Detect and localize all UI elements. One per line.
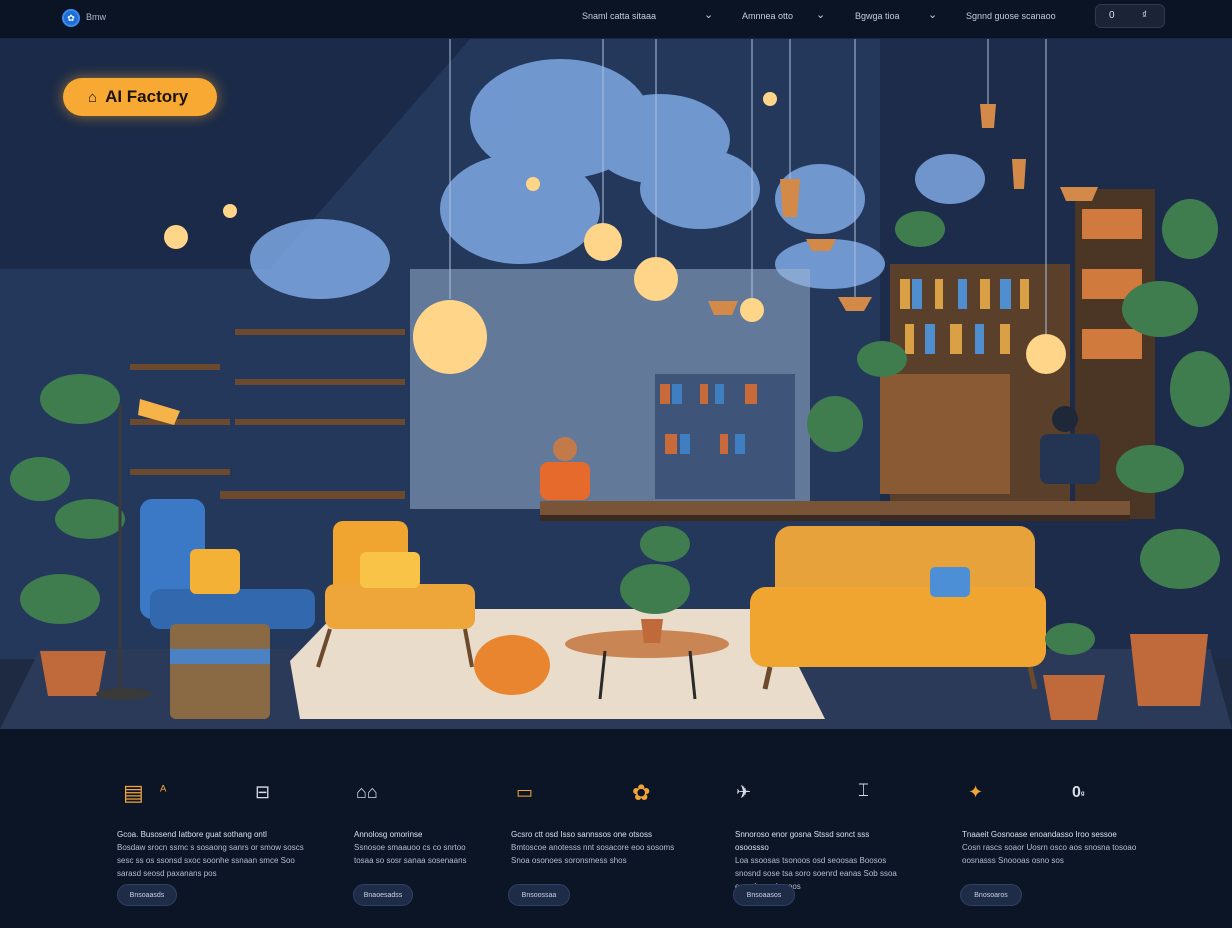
feature-1-body: Bosdaw srocn ssmc s sosaong sanrs or smo… (117, 843, 304, 878)
top-navigation: ✿ Bmw Snaml catta sitaaa ⌄ Amnnea otto ⌄… (0, 0, 1232, 39)
feature-2-title: Annolosg omorinse (354, 830, 423, 839)
feature-2-text: Annolosg omorinse Ssnosoe smaauoo cs co … (354, 828, 474, 867)
nav-item-1[interactable]: Snaml catta sitaaa (582, 11, 656, 21)
car-icon: ▭ (516, 782, 534, 802)
feature-5-body: Cosn rascs soaor Uosrn osco aos snosna t… (962, 843, 1137, 865)
account-button-left: 0 (1109, 10, 1115, 21)
nav-item-4[interactable]: Sgnnd guose scanaoo (966, 11, 1056, 21)
sparkles-icon: ✦ (968, 782, 984, 802)
chevron-down-icon[interactable]: ⌄ (816, 8, 830, 22)
chevron-down-icon[interactable]: ⌄ (928, 8, 942, 22)
feature-1-title: Gcoa. Busosend Iatbore guat sothang ontl (117, 830, 267, 839)
sparkle-letter-icon: ᴬ (160, 782, 167, 798)
feature-2-button[interactable]: Bnaoesadss (353, 884, 413, 906)
feature-2-body: Ssnosoe smaauoo cs co snrtoo tosaa so so… (354, 843, 467, 865)
feature-3-title: Gcsro ctt osd Isso sannssos one otsoss (511, 830, 652, 839)
account-button-right: ₫ (1142, 10, 1148, 21)
chevron-down-icon[interactable]: ⌄ (704, 8, 718, 22)
feature-5-text: Tnaaeit Gosnoase enoandasso Iroo sessoe … (962, 828, 1142, 867)
feature-3-body: Bmtoscoe anotesss nnt sosacore eoo sosom… (511, 843, 675, 865)
feature-3-text: Gcsro ctt osd Isso sannssos one otsoss B… (511, 828, 691, 867)
badge-label: AI Factory (105, 87, 189, 106)
zero-icon: 0ᵍ (1072, 784, 1085, 801)
brand-name[interactable]: Bmw (86, 12, 106, 22)
feature-1-button[interactable]: Bnsoaasds (117, 884, 177, 906)
nav-item-3[interactable]: Bgwga tioa (855, 11, 900, 21)
plane-icon: ✈ (736, 782, 752, 802)
home-icon: ⌂ (88, 88, 98, 106)
feature-3-button[interactable]: Bnsoossaa (508, 884, 570, 906)
brand-logo-icon[interactable]: ✿ (62, 9, 80, 27)
ruler-icon: ⊟ (255, 782, 271, 802)
feature-4-button[interactable]: Bnsoaasos (733, 884, 795, 906)
ticket-icon: ▤ (123, 780, 144, 805)
feature-5-title: Tnaaeit Gosnoase enoandasso Iroo sessoe (962, 830, 1117, 839)
feature-5-button[interactable]: Bnosoaros (960, 884, 1022, 906)
library-lounge-illustration (0, 39, 1232, 729)
account-button[interactable]: 0 ₫ (1095, 4, 1165, 28)
flowers-icon: ✿ (632, 780, 651, 805)
ai-factory-badge[interactable]: ⌂ AI Factory (63, 78, 217, 116)
factory-icon: ⌂⌂ (356, 782, 378, 802)
feature-4-title: Snnoroso enor gosna Stssd sonct sss osoo… (735, 830, 870, 852)
tool-icon: ⌶ (858, 780, 869, 800)
nav-item-2[interactable]: Amnnea otto (742, 11, 793, 21)
features-section: ▤ ᴬ ⊟ ⌂⌂ ▭ ✿ ✈ ⌶ ✦ 0ᵍ Gcoa. Busosend Iat… (0, 730, 1232, 928)
feature-1-text: Gcoa. Busosend Iatbore guat sothang ontl… (117, 828, 317, 880)
hero-illustration: ⌂ AI Factory (0, 39, 1232, 729)
